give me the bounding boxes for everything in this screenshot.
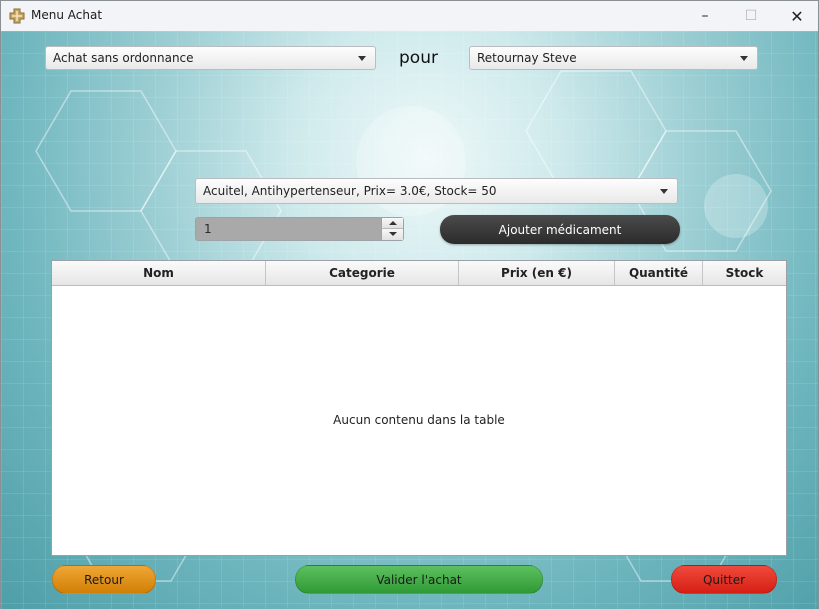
content-area: Achat sans ordonnance pour Retournay Ste… (1, 31, 818, 609)
chevron-down-icon (660, 189, 668, 194)
back-button[interactable]: Retour (52, 565, 156, 594)
app-cross-icon (9, 8, 25, 24)
table-header: Nom Categorie Prix (en €) Quantité Stock (52, 261, 786, 286)
column-header-nom[interactable]: Nom (52, 261, 266, 285)
increment-button[interactable] (381, 218, 403, 229)
purchase-type-select[interactable]: Achat sans ordonnance (45, 46, 376, 70)
column-header-quantite[interactable]: Quantité (615, 261, 703, 285)
column-header-prix[interactable]: Prix (en €) (459, 261, 615, 285)
window-title: Menu Achat (31, 8, 103, 22)
client-select[interactable]: Retournay Steve (469, 46, 758, 70)
validate-purchase-button[interactable]: Valider l'achat (295, 565, 543, 594)
client-value: Retournay Steve (477, 51, 577, 65)
purchase-table[interactable]: Nom Categorie Prix (en €) Quantité Stock… (51, 260, 787, 556)
table-placeholder: Aucun contenu dans la table (333, 413, 505, 427)
quit-button[interactable]: Quitter (671, 565, 777, 594)
close-button[interactable]: ✕ (774, 1, 819, 31)
minimize-button[interactable]: – (682, 1, 728, 31)
chevron-down-icon (740, 56, 748, 61)
medication-select[interactable]: Acuitel, Antihypertenseur, Prix= 3.0€, S… (195, 178, 678, 204)
medication-value: Acuitel, Antihypertenseur, Prix= 3.0€, S… (203, 184, 497, 198)
minimize-icon: – (701, 8, 709, 24)
column-header-stock[interactable]: Stock (703, 261, 786, 285)
quit-label: Quitter (702, 572, 746, 587)
close-icon: ✕ (790, 6, 804, 26)
chevron-down-icon (358, 56, 366, 61)
maximize-icon: ☐ (744, 8, 758, 24)
quantity-spinner[interactable]: 1 (195, 217, 404, 241)
validate-label: Valider l'achat (376, 572, 462, 587)
decrement-button[interactable] (381, 229, 403, 240)
pour-label: pour (399, 48, 438, 68)
column-header-categorie[interactable]: Categorie (266, 261, 459, 285)
back-label: Retour (84, 572, 124, 587)
add-medication-label: Ajouter médicament (498, 222, 622, 237)
purchase-type-value: Achat sans ordonnance (53, 51, 194, 65)
maximize-button[interactable]: ☐ (728, 1, 774, 31)
quantity-value[interactable]: 1 (204, 222, 212, 236)
title-bar: Menu Achat – ☐ ✕ (1, 1, 818, 31)
app-window: Menu Achat – ☐ ✕ Achat sans ordonnance p… (0, 0, 819, 609)
add-medication-button[interactable]: Ajouter médicament (440, 215, 680, 244)
